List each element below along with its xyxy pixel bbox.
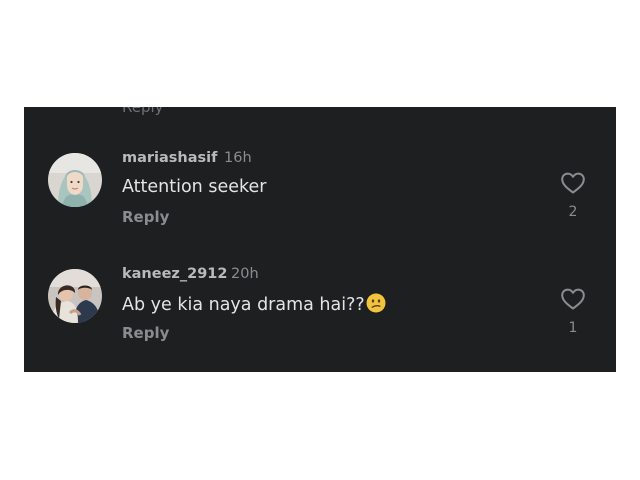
comment-text-content: Attention seeker <box>122 177 267 197</box>
heart-icon[interactable] <box>560 171 586 195</box>
couple-avatar-icon <box>48 269 102 323</box>
partial-reply-link[interactable]: Reply <box>122 107 164 116</box>
like-count: 1 <box>568 320 578 336</box>
comment-timestamp: 16h <box>224 150 252 166</box>
like-count: 2 <box>568 204 578 220</box>
comment-text: Attention seeker <box>122 177 266 197</box>
comment-text-content: Ab ye kia naya drama hai?? <box>122 295 365 315</box>
heart-icon[interactable] <box>560 287 586 311</box>
confused-face-emoji-icon <box>366 293 386 313</box>
comment-username[interactable]: mariashasif <box>122 150 217 166</box>
avatar[interactable] <box>48 269 102 323</box>
comments-panel: Reply mariashasif 16h Attention seeker R… <box>24 107 616 372</box>
reply-button[interactable]: Reply <box>122 324 169 342</box>
comment-text: Ab ye kia naya drama hai?? <box>122 293 386 315</box>
hijab-woman-avatar-icon <box>48 153 102 207</box>
comment-username[interactable]: kaneez_2912 <box>122 266 227 282</box>
comment-item: mariashasif 16h Attention seeker Reply 2 <box>24 147 616 247</box>
reply-button[interactable]: Reply <box>122 208 169 226</box>
comment-item: kaneez_2912 20h Ab ye kia naya drama hai… <box>24 263 616 363</box>
comment-timestamp: 20h <box>231 266 259 282</box>
avatar[interactable] <box>48 153 102 207</box>
